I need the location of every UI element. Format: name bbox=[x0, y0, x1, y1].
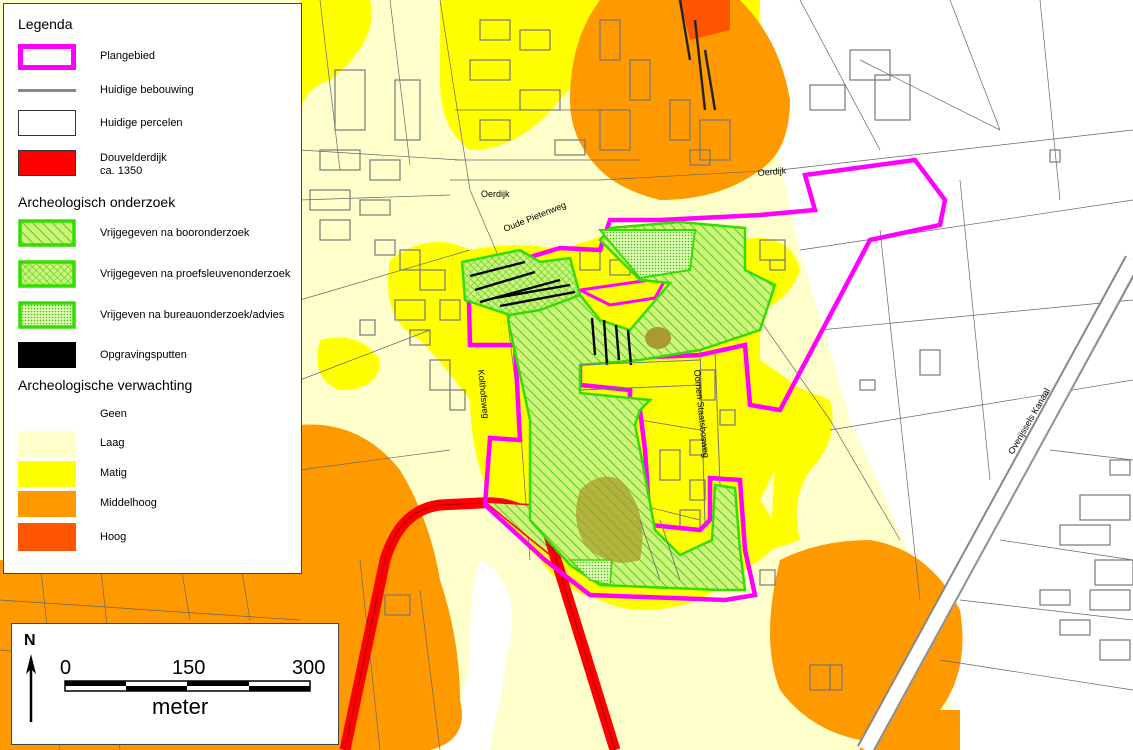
scale-bar-panel: N 0 150 300 meter bbox=[11, 623, 339, 745]
legend-swatch-proefsleuven bbox=[18, 260, 76, 288]
legend-item-proefsleuven: Vrijgegeven na proefsleuvenonderzoek bbox=[18, 260, 298, 288]
legend-label: Douvelderdijk ca. 1350 bbox=[100, 152, 167, 177]
legend-item-opgravingsputten: Opgravingsputten bbox=[18, 342, 298, 370]
legend-swatch-laag bbox=[18, 431, 76, 457]
legend-label: Huidige bebouwing bbox=[100, 84, 194, 96]
north-arrow-icon bbox=[26, 654, 36, 722]
legend-item-geen: Geen bbox=[18, 402, 298, 430]
legend-item-bebouwing: Huidige bebouwing bbox=[18, 84, 298, 112]
legend-swatch-opgravingsputten bbox=[18, 342, 76, 368]
legend-item-douvelderdijk: Douvelderdijk ca. 1350 bbox=[18, 150, 298, 182]
legend-item-percelen: Huidige percelen bbox=[18, 110, 298, 138]
legend-swatch-bebouwing bbox=[18, 89, 76, 92]
legend-swatch-hoog bbox=[18, 523, 76, 551]
legend-label: Geen bbox=[100, 408, 127, 420]
north-label: N bbox=[24, 632, 36, 649]
scale-tick-300: 300 bbox=[292, 657, 326, 679]
legend-swatch-middelhoog bbox=[18, 491, 76, 517]
legend-label: Plangebied bbox=[100, 50, 156, 62]
legend-item-laag: Laag bbox=[18, 431, 298, 459]
legend-swatch-percelen bbox=[18, 110, 76, 136]
scale-tick-0: 0 bbox=[60, 657, 72, 679]
legend-swatch-booronderzoek bbox=[18, 219, 76, 247]
legend-item-plangebied: Plangebied bbox=[18, 44, 298, 72]
legend-label: Matig bbox=[100, 467, 127, 479]
legend-item-middelhoog: Middelhoog bbox=[18, 491, 298, 519]
legend-swatch-bureauonderzoek bbox=[18, 301, 76, 329]
legend-section-onderzoek: Archeologisch onderzoek bbox=[18, 194, 176, 210]
legend-label: Opgravingsputten bbox=[100, 349, 187, 361]
legend-panel: Legenda Plangebied Huidige bebouwing Hui… bbox=[3, 3, 302, 574]
legend-title: Legenda bbox=[18, 16, 73, 32]
scale-tick-150: 150 bbox=[172, 657, 206, 679]
legend-swatch-matig bbox=[18, 461, 76, 487]
scale-unit: meter bbox=[152, 694, 209, 719]
street-label-oerdijk-west: Oerdijk bbox=[481, 189, 510, 199]
legend-label: Vrijgegeven na proefsleuvenonderzoek bbox=[100, 268, 291, 280]
legend-label: Huidige percelen bbox=[100, 117, 183, 129]
legend-swatch-plangebied bbox=[18, 44, 76, 70]
legend-label: Laag bbox=[100, 437, 125, 449]
legend-swatch-douvelderdijk bbox=[18, 150, 76, 176]
legend-label: Middelhoog bbox=[100, 497, 157, 509]
legend-label: Hoog bbox=[100, 531, 127, 543]
legend-item-matig: Matig bbox=[18, 461, 298, 489]
legend-swatch-geen bbox=[18, 402, 76, 428]
zone-hoog-inside bbox=[645, 327, 671, 349]
legend-label: Vrijgeven na bureauonderzoek/advies bbox=[100, 309, 285, 321]
legend-item-booronderzoek: Vrijgegeven na booronderzoek bbox=[18, 219, 298, 247]
legend-item-bureauonderzoek: Vrijgeven na bureauonderzoek/advies bbox=[18, 301, 298, 329]
legend-item-hoog: Hoog bbox=[18, 523, 298, 551]
legend-section-verwachting: Archeologische verwachting bbox=[18, 377, 193, 393]
legend-label: Vrijgegeven na booronderzoek bbox=[100, 227, 250, 239]
